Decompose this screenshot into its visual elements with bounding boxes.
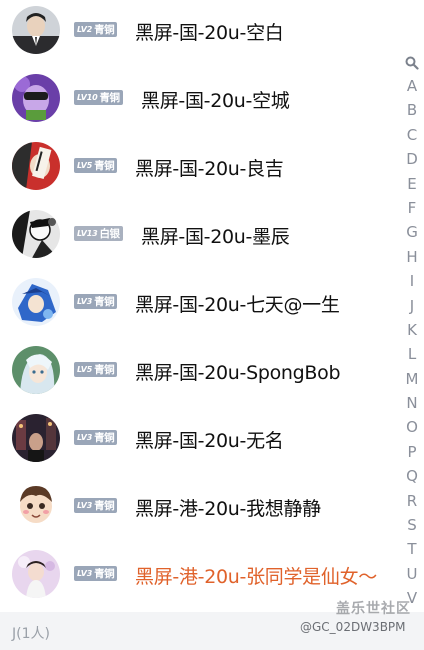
index-letter-g[interactable]: G — [400, 220, 424, 244]
rank-text: 青铜 — [94, 364, 115, 376]
member-name: 黑屏-国-20u-良吉 — [135, 158, 284, 180]
rank-text: 青铜 — [94, 296, 115, 308]
level-badge: LV10 青铜 — [74, 90, 123, 105]
level-badge: LV5 青铜 — [74, 158, 118, 173]
index-letter-t[interactable]: T — [400, 537, 424, 561]
member-row[interactable]: LV5 青铜 黑屏-国-20u-良吉 — [0, 132, 400, 200]
index-letter-a[interactable]: A — [400, 74, 424, 98]
level-text: LV3 — [77, 433, 93, 442]
avatar[interactable] — [12, 278, 60, 326]
watermark-brand: 盖乐世社区 — [336, 601, 411, 617]
index-letters: ABCDEFGHIJKLMNOPQRSTUVW — [400, 74, 424, 635]
rank-text: 青铜 — [99, 92, 121, 104]
member-name: 黑屏-国-20u-空城 — [141, 90, 290, 112]
index-letter-e[interactable]: E — [400, 172, 424, 196]
member-row[interactable]: LV10 青铜 黑屏-国-20u-空城 — [0, 64, 400, 132]
avatar-purple-sunglasses-icon — [12, 74, 60, 122]
rank-text: 青铜 — [94, 568, 115, 580]
level-badge: LV3 青铜 — [74, 294, 118, 309]
rank-text: 青铜 — [94, 160, 115, 172]
index-letter-r[interactable]: R — [400, 489, 424, 513]
index-letter-u[interactable]: U — [400, 562, 424, 586]
index-letter-p[interactable]: P — [400, 440, 424, 464]
avatar[interactable] — [12, 482, 60, 530]
avatar[interactable] — [12, 210, 60, 258]
index-letter-j[interactable]: J — [400, 294, 424, 318]
avatar-blue-anime-icon — [12, 278, 60, 326]
member-row[interactable]: LV2 青铜 黑屏-国-20u-空白 — [0, 0, 400, 64]
index-letter-h[interactable]: H — [400, 245, 424, 269]
avatar[interactable] — [12, 74, 60, 122]
level-text: LV5 — [77, 365, 93, 374]
level-text: LV3 — [77, 297, 93, 306]
avatar-red-anime-icon — [12, 142, 60, 190]
member-row[interactable]: LV5 青铜 黑屏-国-20u-SpongBob — [0, 336, 400, 404]
avatar[interactable] — [12, 346, 60, 394]
alphabet-index-bar[interactable]: ABCDEFGHIJKLMNOPQRSTUVW — [400, 52, 424, 635]
watermark-handle: @GC_02DW3BPM — [300, 620, 406, 634]
level-text: LV3 — [77, 501, 93, 510]
level-badge: LV2 青铜 — [74, 22, 118, 37]
rank-text: 青铜 — [94, 432, 115, 444]
level-text: LV13 — [77, 229, 98, 238]
index-letter-l[interactable]: L — [400, 342, 424, 366]
index-letter-o[interactable]: O — [400, 415, 424, 439]
avatar[interactable] — [12, 414, 60, 462]
level-badge: LV3 青铜 — [74, 566, 118, 581]
level-text: LV10 — [77, 93, 98, 102]
member-row[interactable]: LV3 青铜 黑屏-国-20u-无名 — [0, 404, 400, 472]
avatar-man-suit-icon — [12, 6, 60, 54]
level-badge: LV3 青铜 — [74, 430, 118, 445]
index-letter-f[interactable]: F — [400, 196, 424, 220]
index-letter-i[interactable]: I — [400, 269, 424, 293]
member-name: 黑屏-国-20u-墨辰 — [141, 226, 290, 248]
member-name: 黑屏-港-20u-张同学是仙女～ — [135, 566, 377, 588]
member-name: 黑屏-国-20u-空白 — [135, 22, 284, 44]
rank-text: 白银 — [99, 228, 121, 240]
member-name: 黑屏-港-20u-我想静静 — [135, 498, 321, 520]
index-letter-m[interactable]: M — [400, 367, 424, 391]
avatar-anime-girl-icon — [12, 346, 60, 394]
level-badge: LV5 青铜 — [74, 362, 118, 377]
search-icon — [405, 56, 419, 70]
member-row[interactable]: LV3 青铜 黑屏-国-20u-七天@一生 — [0, 268, 400, 336]
index-letter-s[interactable]: S — [400, 513, 424, 537]
index-letter-d[interactable]: D — [400, 147, 424, 171]
rank-text: 青铜 — [94, 500, 115, 512]
index-search[interactable] — [400, 52, 424, 74]
avatar[interactable] — [12, 142, 60, 190]
member-name: 黑屏-国-20u-无名 — [135, 430, 284, 452]
level-text: LV2 — [77, 25, 93, 34]
member-row[interactable]: LV3 青铜 黑屏-港-20u-我想静静 — [0, 472, 400, 540]
avatar[interactable] — [12, 550, 60, 598]
level-text: LV5 — [77, 161, 93, 170]
level-badge: LV3 青铜 — [74, 498, 118, 513]
index-letter-k[interactable]: K — [400, 318, 424, 342]
avatar[interactable] — [12, 6, 60, 54]
avatar-dark-street-icon — [12, 414, 60, 462]
index-letter-b[interactable]: B — [400, 98, 424, 122]
index-letter-c[interactable]: C — [400, 123, 424, 147]
index-letter-q[interactable]: Q — [400, 464, 424, 488]
avatar-manga-bw-icon — [12, 210, 60, 258]
group-header-label: J(1人) — [12, 626, 50, 642]
level-text: LV3 — [77, 569, 93, 578]
avatar-cartoon-kid-icon — [12, 482, 60, 530]
avatar-girl-photo-icon — [12, 550, 60, 598]
member-row[interactable]: LV13 白银 黑屏-国-20u-墨辰 — [0, 200, 400, 268]
level-badge: LV13 白银 — [74, 226, 123, 241]
member-name: 黑屏-国-20u-七天@一生 — [135, 294, 340, 316]
index-letter-n[interactable]: N — [400, 391, 424, 415]
member-name: 黑屏-国-20u-SpongBob — [135, 362, 341, 384]
rank-text: 青铜 — [94, 24, 115, 36]
